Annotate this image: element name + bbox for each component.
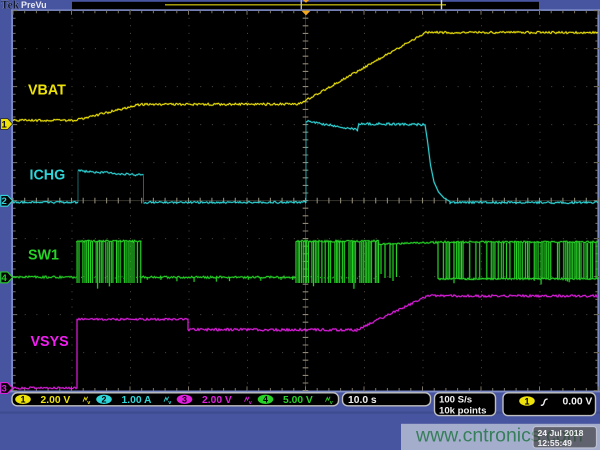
svg-text:VSYS: VSYS: [31, 334, 69, 350]
svg-text:5.00 V: 5.00 V: [283, 395, 313, 406]
svg-text:1: 1: [20, 395, 25, 405]
svg-text:Tek: Tek: [1, 0, 20, 12]
svg-text:3: 3: [182, 395, 187, 405]
svg-text:PreVu: PreVu: [21, 0, 47, 10]
svg-text:24 Jul 2018: 24 Jul 2018: [538, 428, 584, 438]
svg-text:ICHG: ICHG: [30, 168, 66, 184]
svg-text:2: 2: [101, 395, 106, 405]
svg-text:4: 4: [263, 395, 268, 405]
svg-text:2.00 V: 2.00 V: [41, 395, 71, 406]
svg-text:4: 4: [2, 273, 8, 284]
svg-text:10.0 s: 10.0 s: [348, 395, 377, 406]
svg-text:1: 1: [524, 396, 529, 406]
svg-text:1: 1: [2, 119, 8, 130]
svg-text:VBAT: VBAT: [28, 83, 66, 99]
svg-text:1.00 A: 1.00 A: [122, 395, 153, 406]
svg-text:100 S/s: 100 S/s: [439, 395, 472, 406]
svg-text:3: 3: [2, 383, 7, 394]
svg-text:0.00 V: 0.00 V: [563, 396, 593, 407]
svg-text:SW1: SW1: [28, 248, 59, 264]
svg-text:10k points: 10k points: [439, 405, 486, 416]
svg-text:2: 2: [2, 196, 7, 207]
svg-text:2.00 V: 2.00 V: [202, 395, 232, 406]
svg-text:12:55:49: 12:55:49: [538, 438, 573, 448]
